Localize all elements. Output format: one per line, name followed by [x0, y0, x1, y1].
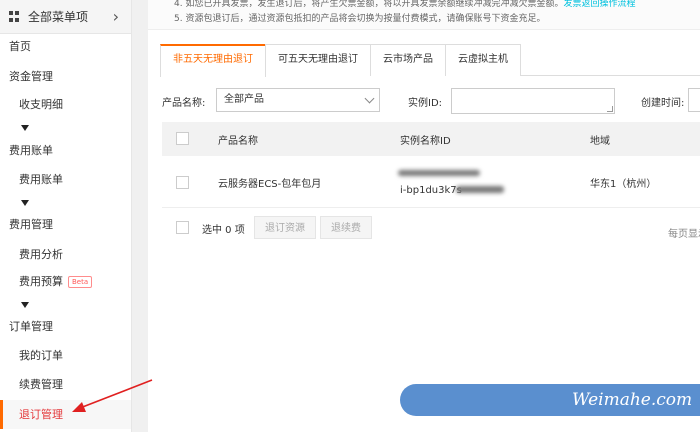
sidebar-item-label: 费用账单: [9, 144, 53, 157]
table-header: 产品名称 实例名称ID 地域: [162, 122, 700, 156]
instance-id-input[interactable]: [451, 88, 615, 114]
sidebar-item-label: 收支明细: [19, 98, 63, 111]
tab-non-five-day[interactable]: 非五天无理由退订: [160, 44, 266, 77]
column-header: 产品名称: [218, 136, 258, 147]
refund-renewal-button[interactable]: 退续费: [320, 216, 372, 239]
created-time-input[interactable]: [688, 88, 700, 112]
instance-filter-label: 实例ID:: [408, 98, 443, 109]
tab-virtual-host[interactable]: 云虚拟主机: [445, 44, 521, 76]
column-header: 实例名称ID: [400, 136, 451, 147]
sidebar-item-bills[interactable]: 费用账单: [0, 167, 131, 193]
notice-line-1: 4. 如您已开具发票，发生退订后，将产生欠票金额，将以开具发票余额继续冲减完冲减…: [174, 0, 636, 9]
notice-line-2: 5. 资源包退订后，通过资源包抵扣的产品将会切换为按量付费模式，请确保账号下资金…: [174, 14, 546, 24]
sidebar-item-label: 费用分析: [19, 248, 63, 261]
page-size-label: 每页显示: [668, 229, 700, 240]
region-cell: 华东1（杭州）: [590, 179, 657, 190]
sidebar-item-label: 订单管理: [9, 320, 53, 333]
tab-bar: 非五天无理由退订 可五天无理由退订 云市场产品 云虚拟主机: [160, 44, 700, 77]
notice-box: 4. 如您已开具发票，发生退订后，将产生欠票金额，将以开具发票余额继续冲减完冲减…: [148, 0, 700, 30]
sidebar-group-funds[interactable]: 资金管理: [0, 64, 131, 90]
main-content: 4. 如您已开具发票，发生退订后，将产生欠票金额，将以开具发票余额继续冲减完冲减…: [148, 0, 700, 432]
redacted-instance-id: [456, 186, 504, 193]
refund-resource-button[interactable]: 退订资源: [254, 216, 316, 239]
filter-bar: 产品名称: 全部产品 实例ID: 创建时间:: [148, 88, 700, 114]
chevron-down-icon: [364, 93, 375, 104]
sidebar-item-label: 我的订单: [19, 349, 63, 362]
chevron-right-icon[interactable]: ›: [113, 7, 119, 26]
watermark-text: Weimahe.com: [572, 390, 693, 410]
sidebar-item-label: 费用账单: [19, 173, 63, 186]
sidebar-item-my-orders[interactable]: 我的订单: [0, 343, 131, 369]
content-gutter: [132, 0, 148, 432]
selected-count: 选中 0 项: [202, 225, 245, 236]
sidebar-item-budget[interactable]: 费用预算 Beta: [0, 269, 131, 295]
collapse-triangle-icon[interactable]: [21, 125, 29, 131]
select-all-checkbox[interactable]: [176, 132, 189, 145]
sidebar-group-bills[interactable]: 费用账单: [0, 138, 131, 164]
sidebar-item-transactions[interactable]: 收支明细: [0, 92, 131, 118]
product-name-cell: 云服务器ECS-包年包月: [218, 179, 322, 190]
instance-id-cell: i-bp1du3k7s: [400, 185, 462, 196]
resize-handle-icon[interactable]: [607, 106, 613, 112]
grid-menu-icon: [9, 11, 20, 22]
footer-select-all-checkbox[interactable]: [176, 221, 189, 234]
table-footer: 选中 0 项 退订资源 退续费 每页显示: [162, 216, 700, 242]
sidebar: 全部菜单项 › 首页 资金管理 收支明细 费用账单 费用账单 费用管理 费用分析…: [0, 0, 132, 432]
tab-five-day[interactable]: 可五天无理由退订: [265, 44, 371, 76]
sidebar-item-label: 退订管理: [19, 408, 63, 421]
tab-marketplace[interactable]: 云市场产品: [370, 44, 446, 76]
sidebar-title: 全部菜单项: [28, 10, 89, 24]
sidebar-item-label: 续费管理: [19, 378, 63, 391]
product-select[interactable]: 全部产品: [216, 88, 380, 112]
sidebar-item-label: 费用管理: [9, 218, 53, 231]
annotation-arrow: [72, 379, 153, 412]
notice-link[interactable]: 发票返回操作流程: [563, 0, 635, 9]
sidebar-item-cost-analysis[interactable]: 费用分析: [0, 242, 131, 268]
sidebar-item-home[interactable]: 首页: [0, 34, 131, 60]
sidebar-item-label: 资金管理: [9, 70, 53, 83]
beta-badge: Beta: [68, 276, 93, 288]
sidebar-item-label: 费用预算: [19, 275, 63, 288]
redacted-instance-name: [398, 170, 480, 176]
created-time-label: 创建时间:: [641, 98, 685, 109]
row-checkbox[interactable]: [176, 176, 189, 189]
sidebar-group-cost[interactable]: 费用管理: [0, 212, 131, 238]
collapse-triangle-icon[interactable]: [21, 302, 29, 308]
table-row[interactable]: 云服务器ECS-包年包月 i-bp1du3k7s 华东1（杭州）: [162, 156, 700, 208]
product-filter-label: 产品名称:: [162, 98, 206, 109]
column-header: 地域: [590, 136, 610, 147]
sidebar-group-orders[interactable]: 订单管理: [0, 314, 131, 340]
collapse-triangle-icon[interactable]: [21, 200, 29, 206]
sidebar-item-label: 首页: [9, 40, 31, 53]
sidebar-header[interactable]: 全部菜单项 ›: [0, 0, 131, 34]
